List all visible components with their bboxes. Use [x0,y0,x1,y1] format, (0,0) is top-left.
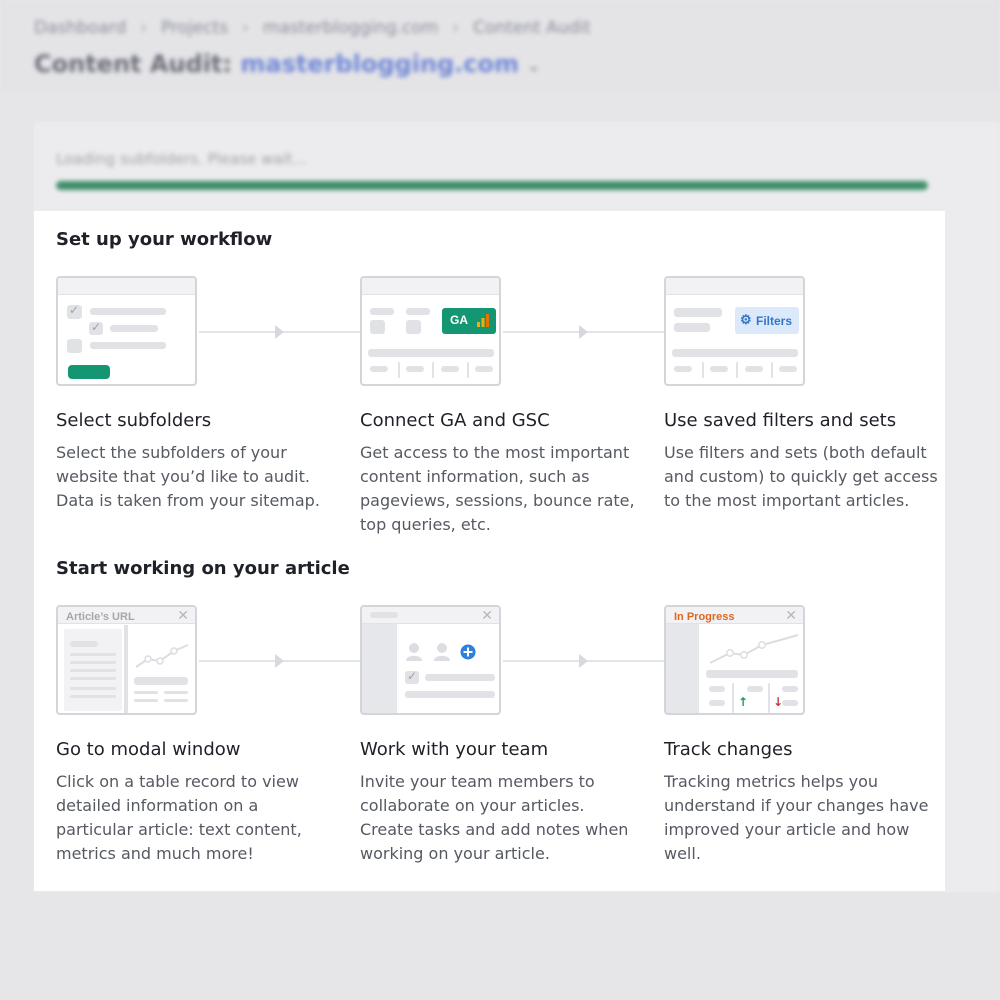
step-title: Work with your team [360,739,549,760]
saved-filters-illustration: ⚙ Filters [664,276,805,386]
arrow-right-icon [275,654,284,668]
add-user-icon [460,644,476,660]
breadcrumb-dashboard[interactable]: Dashboard [34,18,126,38]
project-domain-selector[interactable]: masterblogging.com [240,50,519,78]
breadcrumb-separator: › [452,18,460,38]
step-title: Use saved filters and sets [664,410,897,431]
track-changes-illustration: In Progress ✕ ↑ ↓ [664,605,805,715]
team-illustration: ✕ ✓ [360,605,501,715]
close-icon: ✕ [481,608,493,624]
page-title: Content Audit: masterblogging.com ⌄ [34,50,540,78]
checkmark-icon: ✓ [69,303,80,317]
onboarding-panel: Set up your workflow ✓ ✓ Select subfolde… [34,211,945,891]
user-icon [406,643,422,661]
arrow-right-icon [579,654,588,668]
loading-message: Loading subfolders. Please wait... [56,150,307,168]
loading-progress-fill [56,181,928,190]
modal-window-illustration: Article’s URL ✕ [56,605,197,715]
breadcrumb: Dashboard › Projects › masterblogging.co… [34,18,591,38]
connect-ga-illustration: GA [360,276,501,386]
step-description: Click on a table record to view detailed… [56,772,302,863]
chevron-down-icon[interactable]: ⌄ [527,56,540,75]
app-header: Dashboard › Projects › masterblogging.co… [0,0,1000,92]
breadcrumb-separator: › [140,18,148,38]
arrow-right-icon [275,325,284,339]
step-title: Select subfolders [56,410,212,431]
breadcrumb-separator: › [242,18,249,38]
step-description: Select the subfolders of your website th… [56,443,320,510]
arrow-right-icon [579,325,588,339]
breadcrumb-project[interactable]: masterblogging.com [263,18,438,38]
breadcrumb-projects[interactable]: Projects [161,18,228,38]
step-description: Invite your team members to collaborate … [360,772,629,863]
close-icon: ✕ [177,608,189,624]
breadcrumb-current: Content Audit [473,18,591,38]
step-title: Track changes [664,739,793,760]
user-icon [434,643,450,661]
checkmark-icon: ✓ [407,669,418,683]
close-icon: ✕ [785,608,797,624]
analytics-bars-icon [477,314,489,327]
filters-button-illustration: ⚙ Filters [735,307,799,334]
loading-progress-bar [56,181,928,190]
in-progress-label: In Progress [674,611,735,623]
arrow-up-icon: ↑ [738,695,749,709]
step-description: Get access to the most important content… [360,443,635,534]
gear-icon: ⚙ [740,312,752,327]
select-subfolders-illustration: ✓ ✓ [56,276,197,386]
step-title: Connect GA and GSC [360,410,550,431]
checkbox-icon [67,339,82,353]
trend-chart-icon [709,634,799,664]
article-section-title: Start working on your article [56,558,350,579]
checkmark-icon: ✓ [91,320,102,334]
confirm-button-illustration [68,365,110,379]
google-analytics-badge: GA [442,308,496,334]
trend-chart-icon [135,644,189,668]
step-description: Use filters and sets (both default and c… [664,443,938,510]
step-title: Go to modal window [56,739,241,760]
workflow-section-title: Set up your workflow [56,229,273,250]
step-description: Tracking metrics helps you understand if… [664,772,929,863]
articles-url-label: Article’s URL [66,611,135,623]
page-title-prefix: Content Audit: [34,50,232,78]
